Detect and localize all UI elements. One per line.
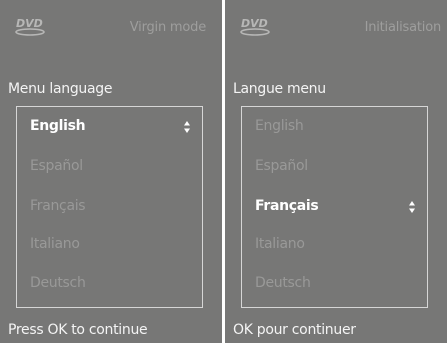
dvd-logo-icon: DVD xyxy=(15,17,45,36)
up-down-arrows-icon xyxy=(409,201,415,213)
svg-text:DVD: DVD xyxy=(241,17,268,30)
language-list: English Español Français Italiano Deutsc… xyxy=(16,106,203,308)
language-list: English Español Français Italiano Deutsc… xyxy=(241,106,428,308)
svg-text:DVD: DVD xyxy=(16,17,43,30)
footer-instruction: Press OK to continue xyxy=(8,322,148,338)
setup-screen-french: DVD Initialisation Langue menu English E… xyxy=(225,0,447,343)
language-option-espanol[interactable]: Español xyxy=(30,158,83,174)
mode-title: Virgin mode xyxy=(129,20,206,35)
footer-instruction: OK pour continuer xyxy=(233,322,356,338)
menu-language-label: Menu language xyxy=(8,81,113,97)
language-option-deutsch[interactable]: Deutsch xyxy=(255,275,311,291)
language-option-english[interactable]: English xyxy=(255,118,304,134)
language-option-italiano[interactable]: Italiano xyxy=(255,236,305,252)
language-option-francais[interactable]: Français xyxy=(30,198,86,214)
setup-screen-english: DVD Virgin mode Menu language English Es… xyxy=(0,0,222,343)
menu-language-label: Langue menu xyxy=(233,81,326,97)
dvd-logo-icon: DVD xyxy=(240,17,270,36)
language-option-espanol[interactable]: Español xyxy=(255,158,308,174)
language-option-francais[interactable]: Français xyxy=(255,198,319,214)
language-option-english[interactable]: English xyxy=(30,118,86,134)
up-down-arrows-icon xyxy=(184,121,190,133)
language-option-italiano[interactable]: Italiano xyxy=(30,236,80,252)
mode-title: Initialisation xyxy=(364,20,442,35)
language-option-deutsch[interactable]: Deutsch xyxy=(30,275,86,291)
